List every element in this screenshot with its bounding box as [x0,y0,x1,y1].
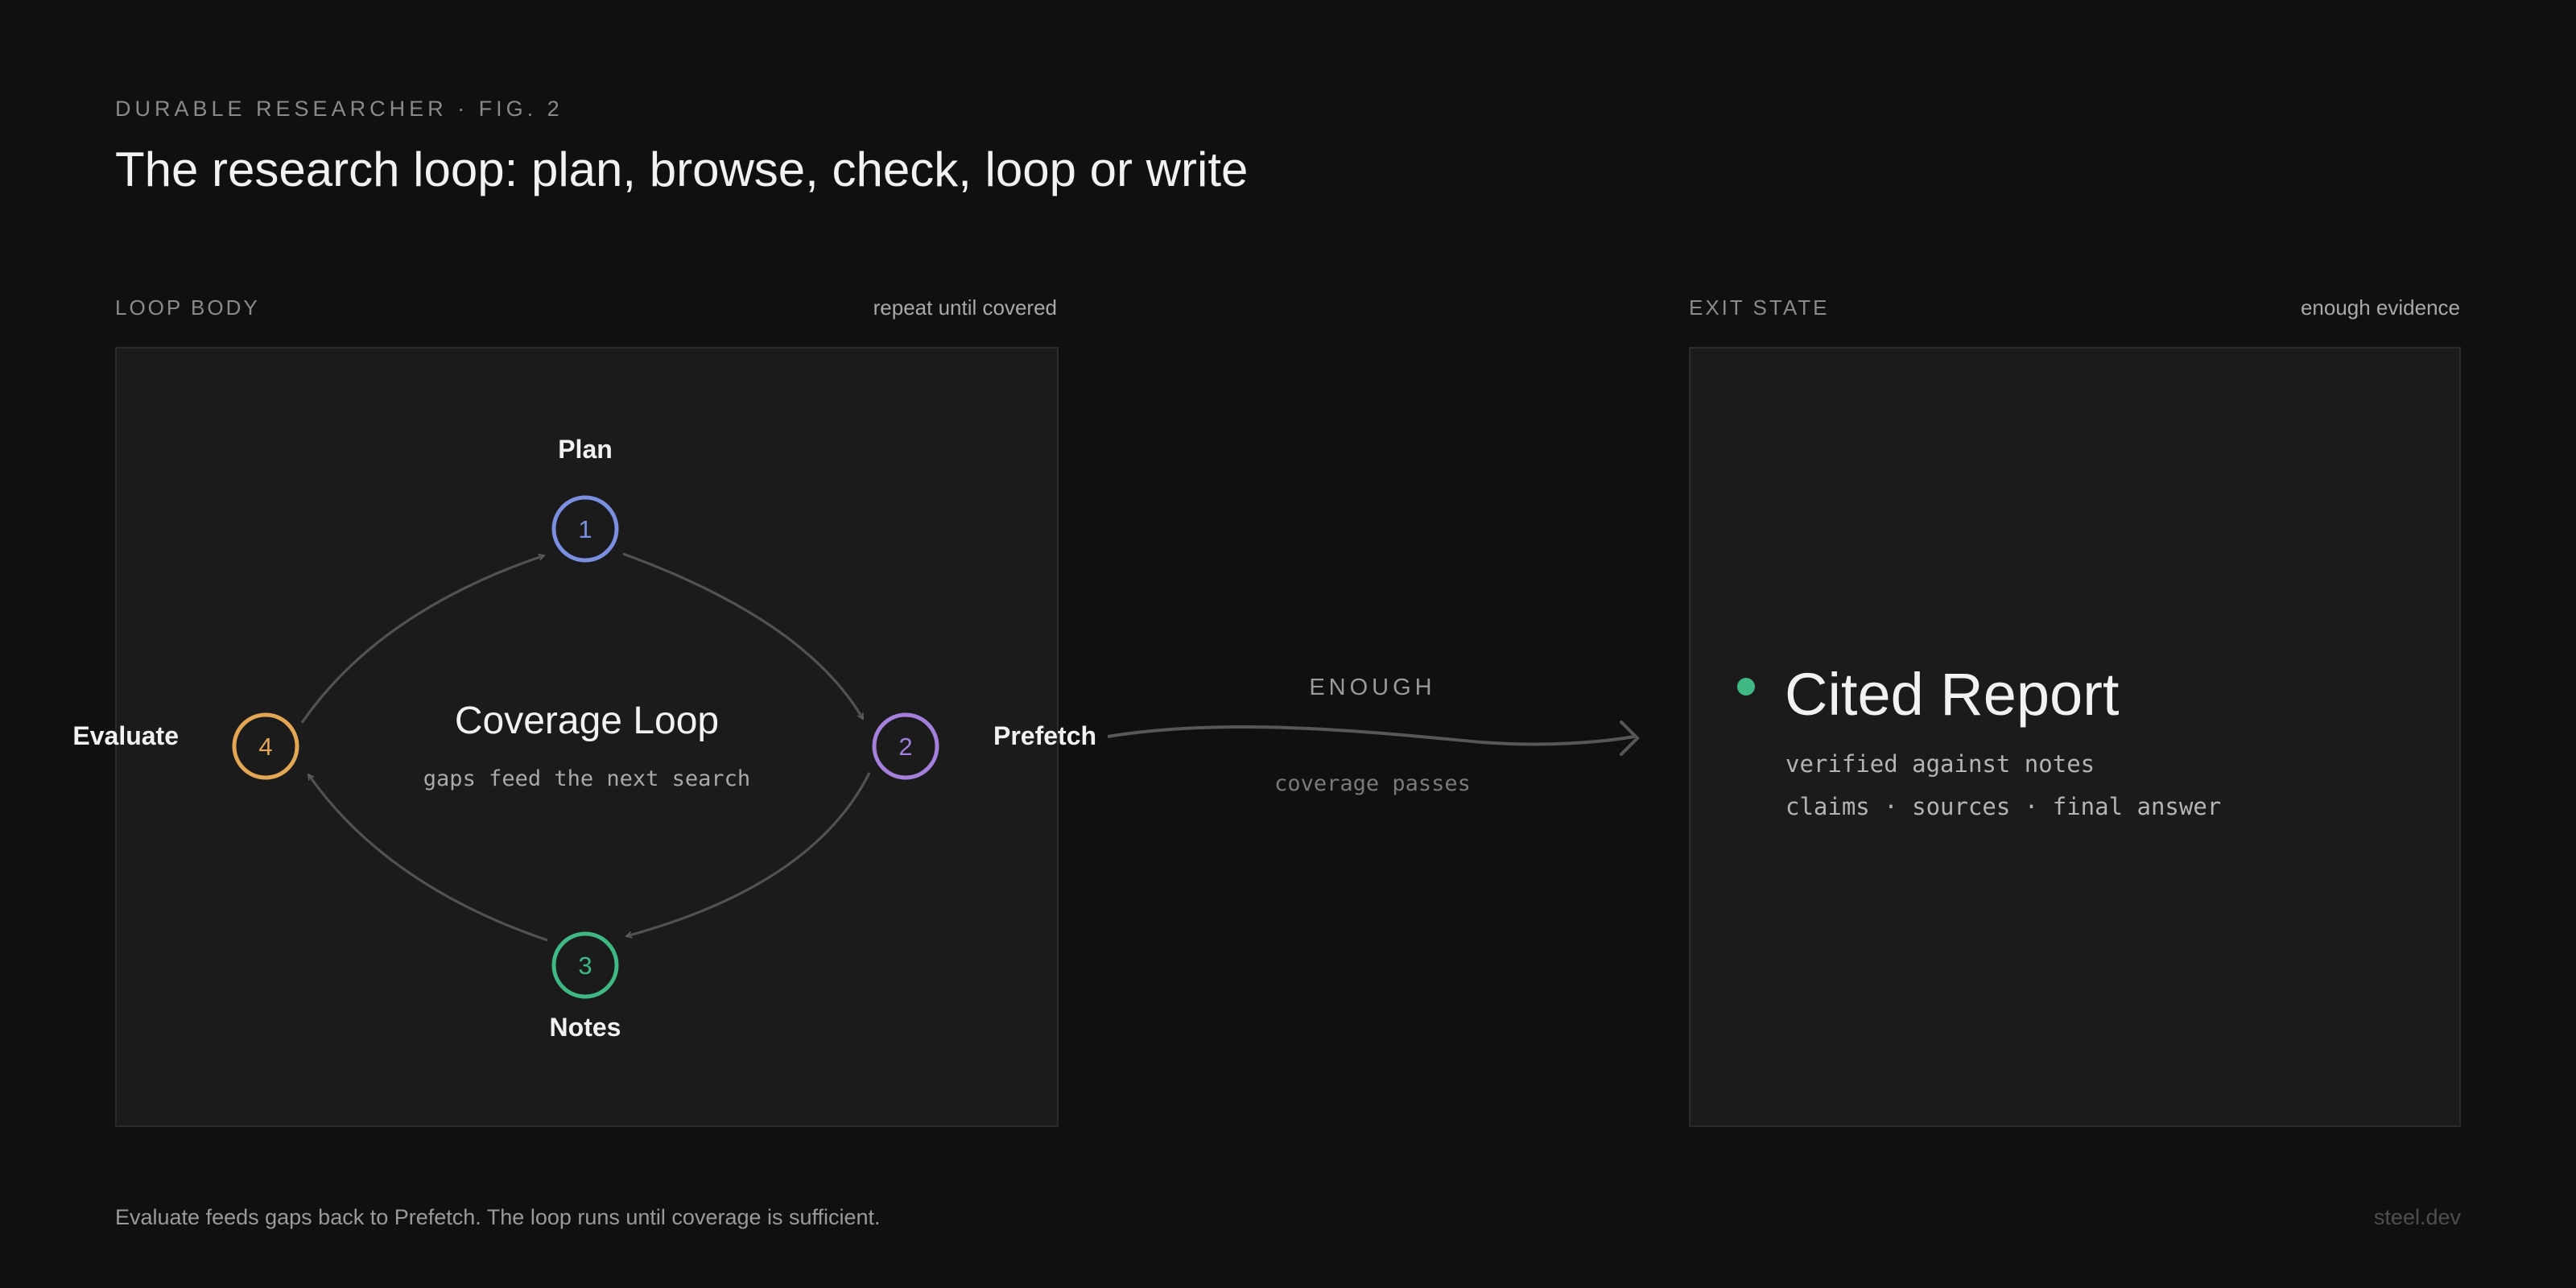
figure-page: DURABLE RESEARCHER · FIG. 2 The research… [0,0,2576,1288]
brand-mark: steel.dev [2373,1205,2461,1229]
node-label-evaluate: Evaluate [72,721,179,750]
node-3-number: 3 [578,952,592,980]
footer-caption: Evaluate feeds gaps back to Prefetch. Th… [115,1205,881,1229]
edge-enough-to-exit [1107,725,1635,746]
edge-plan-to-prefetch [622,552,865,719]
node-label-prefetch: Prefetch [993,721,1097,750]
node-1-number: 1 [578,515,592,543]
loop-diagram: 1 2 3 4 [232,495,1640,999]
exit-line-2: claims · sources · final answer [1785,793,2222,820]
exit-title: Cited Report [1785,661,2120,728]
edge-notes-to-evaluate [307,774,548,942]
transition-label: ENOUGH [1309,675,1436,700]
loop-center-title: Coverage Loop [454,700,720,742]
transition-sublabel: coverage passes [1274,771,1471,796]
node-label-notes: Notes [549,1013,621,1042]
node-2-number: 2 [898,733,912,761]
exit-line-1: verified against notes [1785,750,2095,778]
status-dot [1737,678,1755,696]
loop-center-subtitle: gaps feed the next search [423,766,751,791]
node-4-number: 4 [258,733,272,761]
edge-prefetch-to-notes [626,772,871,936]
edge-evaluate-to-plan [300,555,544,724]
node-label-plan: Plan [558,435,613,464]
